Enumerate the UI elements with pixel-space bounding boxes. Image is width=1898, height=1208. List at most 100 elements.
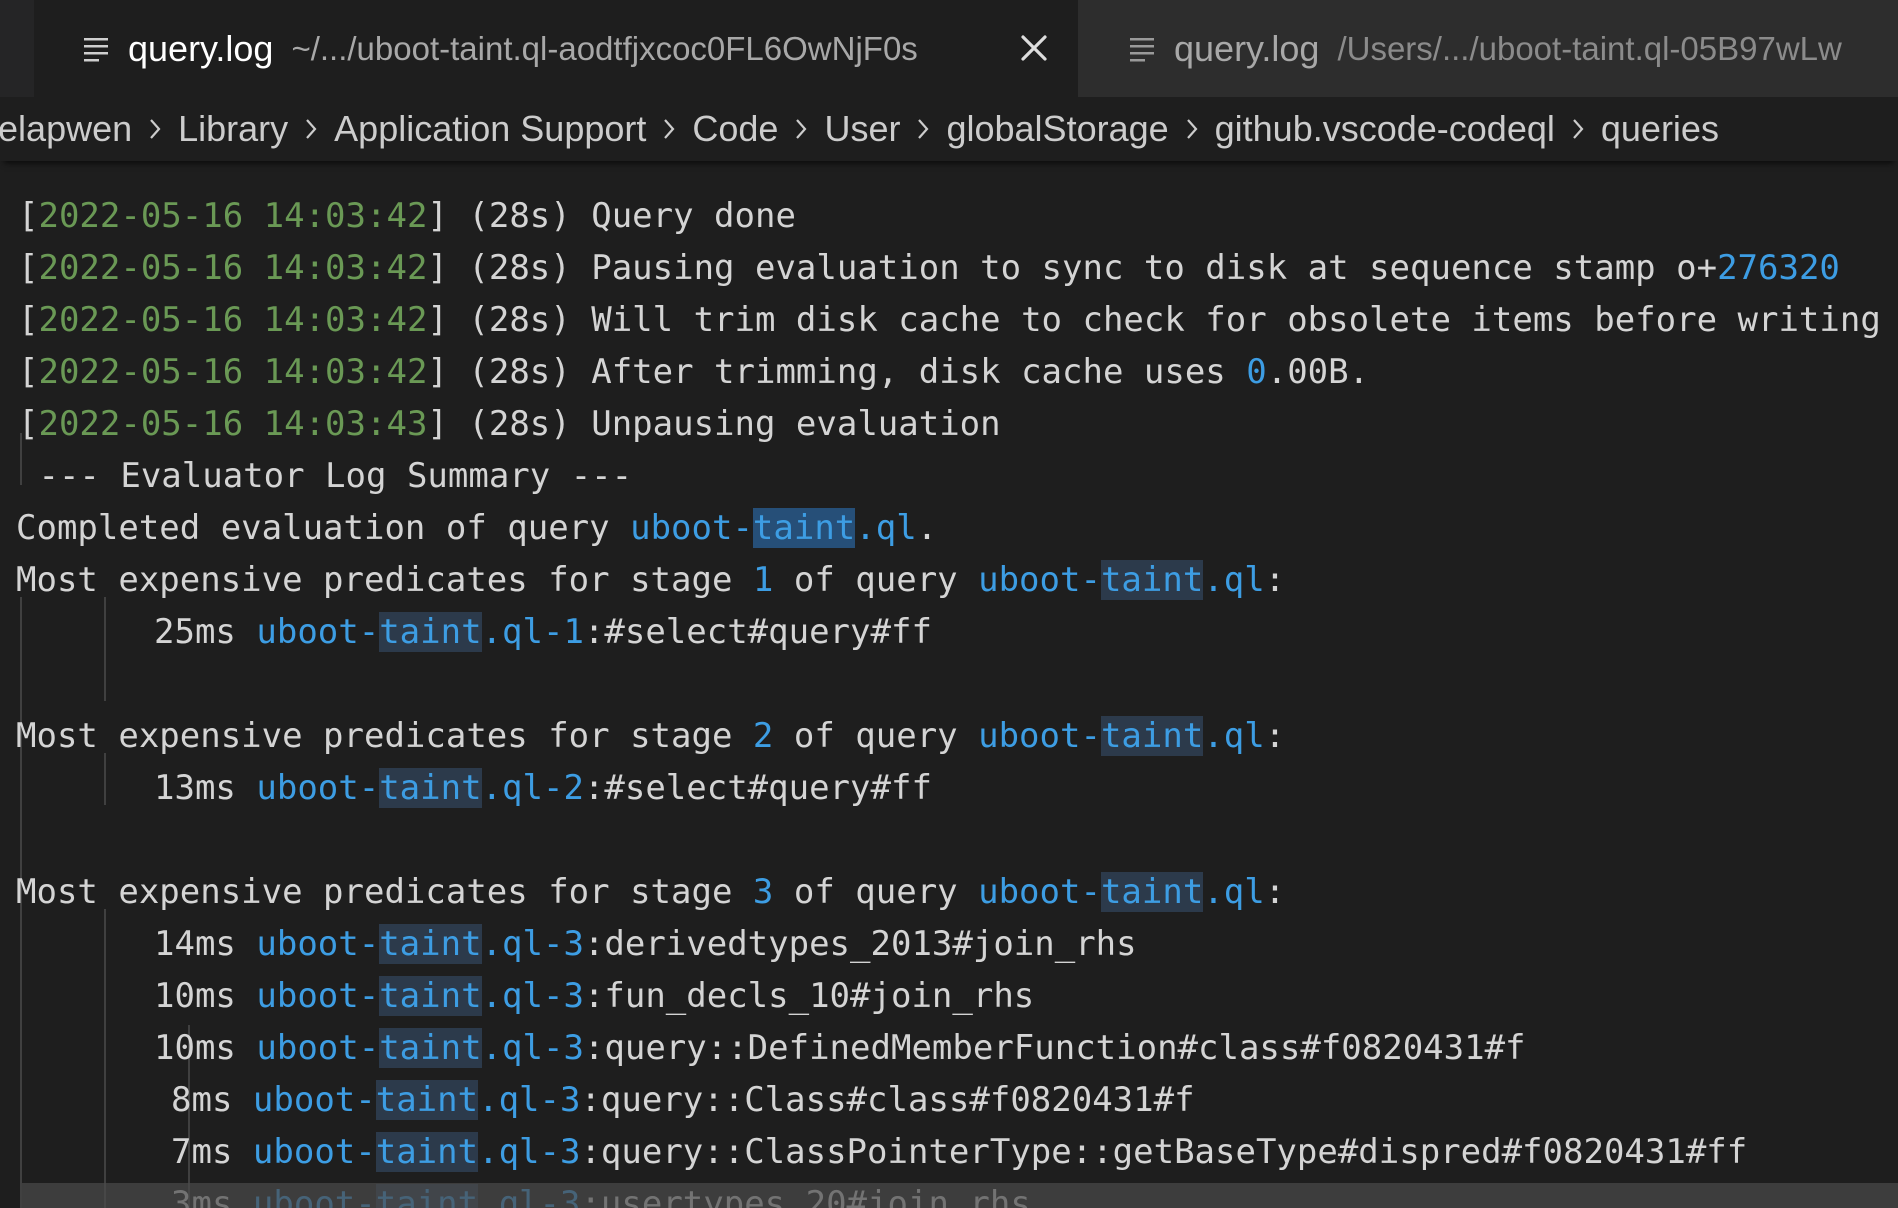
indent-guide (104, 597, 106, 701)
log-elapsed: (28s) (468, 248, 571, 288)
search-highlight: taint (1100, 560, 1204, 600)
breadcrumb-item[interactable]: gelapwen (0, 108, 132, 150)
log-line: Most expensive predicates for stage 2 of… (16, 716, 1286, 756)
log-message: Query done (591, 196, 796, 236)
log-line: Most expensive predicates for stage 1 of… (16, 560, 1286, 600)
log-timestamp: 2022-05-16 14:03:42 (38, 300, 428, 340)
breadcrumb-item[interactable]: queries (1601, 108, 1719, 150)
tab-path: /Users/.../uboot-taint.ql-05B97wLw (1337, 29, 1842, 67)
chevron-right-icon (306, 119, 317, 139)
log-line: [2022-05-16 14:03:42] (28s) Query done (18, 196, 796, 236)
log-message: Will trim disk cache to check for obsole… (591, 300, 1881, 340)
predicate-time: 25ms (154, 612, 236, 652)
log-line: 25ms uboot-taint.ql-1:#select#query#ff (154, 606, 932, 658)
breadcrumb-item[interactable]: globalStorage (946, 108, 1168, 150)
horizontal-scrollbar[interactable] (22, 1183, 1898, 1208)
query-filename[interactable]: uboot-taint.ql (978, 560, 1265, 600)
query-filename[interactable]: uboot-taint.ql-3 (253, 1132, 580, 1172)
log-line: [2022-05-16 14:03:42] (28s) Pausing eval… (18, 248, 1840, 288)
search-highlight: taint (1100, 872, 1204, 912)
log-line: --- Evaluator Log Summary --- (18, 450, 632, 502)
predicate-name: :query::Class#class#f0820431#f (580, 1080, 1195, 1120)
predicate-name: :derivedtypes_2013#join_rhs (583, 924, 1137, 964)
log-editor[interactable]: [2022-05-16 14:03:42] (28s) Query done [2… (0, 161, 1898, 1208)
query-filename[interactable]: uboot-taint.ql (978, 872, 1265, 912)
log-line: 10ms uboot-taint.ql-3:fun_decls_10#join_… (154, 970, 1034, 1022)
predicate-name: :query::DefinedMemberFunction#class#f082… (583, 1028, 1526, 1068)
breadcrumb-item[interactable]: Code (692, 108, 778, 150)
chevron-right-icon (1573, 119, 1584, 139)
query-filename[interactable]: uboot-taint.ql-3 (256, 924, 584, 964)
stage-number: 3 (752, 872, 774, 912)
log-number: 0 (1246, 352, 1267, 392)
stage-mid: of query (773, 560, 979, 600)
log-line: 14ms uboot-taint.ql-3:derivedtypes_2013#… (154, 918, 1137, 970)
search-highlight: taint (379, 612, 482, 652)
breadcrumb: gelapwen Library Application Support Code Us… (0, 97, 1898, 161)
query-filename[interactable]: uboot-taint.ql-2 (256, 768, 584, 808)
predicate-time: 10ms (154, 1028, 236, 1068)
breadcrumb-item[interactable]: github.vscode-codeql (1215, 108, 1555, 150)
query-filename[interactable]: uboot-taint.ql-3 (256, 976, 584, 1016)
chevron-right-icon (664, 119, 675, 139)
log-line: 7ms uboot-taint.ql-3:query::ClassPointer… (171, 1126, 1747, 1178)
log-timestamp: 2022-05-16 14:03:42 (38, 248, 428, 288)
search-highlight: taint (375, 1132, 479, 1172)
breadcrumb-item[interactable]: Application Support (334, 108, 646, 150)
search-highlight: taint (375, 1080, 479, 1120)
breadcrumb-item[interactable]: Library (178, 108, 288, 150)
log-elapsed: (28s) (468, 352, 571, 392)
search-highlight: taint (379, 1028, 482, 1068)
log-elapsed: (28s) (468, 196, 571, 236)
predicate-time: 8ms (171, 1080, 233, 1120)
log-message: Pausing evaluation to sync to disk at se… (591, 248, 1718, 288)
log-elapsed: (28s) (468, 300, 571, 340)
predicate-name: :query::ClassPointerType::getBaseType#di… (580, 1132, 1748, 1172)
text-file-icon (84, 37, 108, 61)
completed-text: Completed evaluation of query (16, 508, 631, 548)
predicate-time: 14ms (154, 924, 236, 964)
tab-query-log-active[interactable]: query.log ~/.../uboot-taint.ql-aodtfjxco… (34, 0, 1078, 97)
chevron-right-icon (918, 119, 929, 139)
log-line: 13ms uboot-taint.ql-2:#select#query#ff (154, 762, 932, 814)
chevron-right-icon (1186, 119, 1198, 139)
log-line: [2022-05-16 14:03:42] (28s) After trimmi… (18, 352, 1370, 392)
predicate-name: :#select#query#ff (583, 612, 932, 652)
tab-path: ~/.../uboot-taint.ql-aodtfjxcoc0FL6OwNjF… (291, 29, 918, 67)
breadcrumb-item[interactable]: User (824, 108, 900, 150)
editor-tab-bar: query.log ~/.../uboot-taint.ql-aodtfjxco… (0, 0, 1898, 97)
query-filename[interactable]: uboot-taint.ql (978, 716, 1265, 756)
log-timestamp: 2022-05-16 14:03:43 (38, 404, 428, 444)
text-file-icon (1130, 37, 1154, 61)
tab-query-log-2[interactable]: query.log /Users/.../uboot-taint.ql-05B9… (1078, 0, 1898, 97)
stage-prefix: Most expensive predicates for stage (16, 560, 753, 600)
log-timestamp: 2022-05-16 14:03:42 (38, 352, 428, 392)
predicate-time: 10ms (154, 976, 236, 1016)
summary-header: --- Evaluator Log Summary --- (38, 456, 633, 496)
stage-number: 1 (752, 560, 774, 600)
tab-filename: query.log (128, 27, 274, 69)
chevron-right-icon (150, 119, 161, 139)
log-line: 8ms uboot-taint.ql-3:query::Class#class#… (171, 1074, 1195, 1126)
tab-filename: query.log (1174, 27, 1320, 69)
search-highlight: taint (379, 924, 482, 964)
query-filename[interactable]: uboot-taint.ql (630, 508, 917, 548)
stage-mid: of query (773, 872, 979, 912)
predicate-time: 13ms (154, 768, 236, 808)
predicate-time: 7ms (171, 1132, 233, 1172)
query-filename[interactable]: uboot-taint.ql-1 (256, 612, 584, 652)
log-elapsed: (28s) (468, 404, 571, 444)
stage-mid: of query (773, 716, 979, 756)
log-message: Unpausing evaluation (591, 404, 1001, 444)
search-highlight: taint (379, 768, 482, 808)
log-line: [2022-05-16 14:03:42] (28s) Will trim di… (18, 300, 1881, 340)
query-filename[interactable]: uboot-taint.ql-3 (253, 1080, 580, 1120)
search-highlight: taint (1100, 716, 1204, 756)
predicate-name: :fun_decls_10#join_rhs (583, 976, 1035, 1016)
log-line: 10ms uboot-taint.ql-3:query::DefinedMemb… (154, 1022, 1526, 1074)
stage-prefix: Most expensive predicates for stage (16, 716, 753, 756)
log-number: 276320 (1717, 248, 1840, 288)
close-icon[interactable] (1012, 26, 1056, 70)
query-filename[interactable]: uboot-taint.ql-3 (256, 1028, 584, 1068)
log-message-tail: .00B. (1266, 352, 1370, 392)
